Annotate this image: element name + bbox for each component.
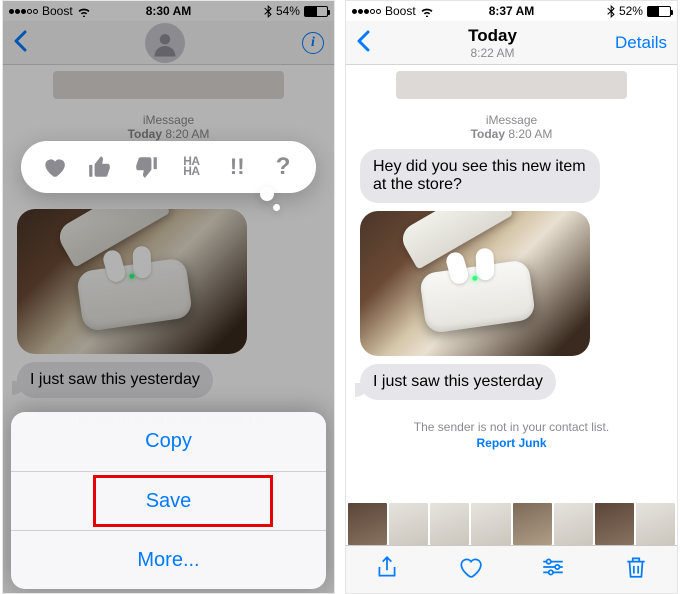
- status-time: 8:37 AM: [458, 4, 564, 18]
- message-received-1[interactable]: Hey did you see this new item at the sto…: [360, 149, 600, 203]
- battery-icon: [647, 6, 671, 17]
- message-received-2[interactable]: I just saw this yesterday: [360, 364, 556, 400]
- tapback-bar: HA HA !! ?: [21, 141, 316, 193]
- wifi-icon: [420, 6, 434, 17]
- thumbnail[interactable]: [430, 503, 469, 545]
- nav-bar: Today 8:22 AM Details: [346, 21, 677, 65]
- action-copy[interactable]: Copy: [11, 412, 326, 471]
- favorite-button[interactable]: [457, 554, 483, 585]
- screenshot-left: Boost 8:30 AM 54% i: [2, 0, 335, 594]
- report-junk-link[interactable]: Report Junk: [370, 436, 653, 450]
- action-more[interactable]: More...: [11, 530, 326, 589]
- thumbnail[interactable]: [471, 503, 510, 545]
- signal-icon: [352, 9, 381, 14]
- trash-button[interactable]: [623, 554, 649, 585]
- tapback-thumbs-down[interactable]: [131, 152, 161, 182]
- thumbnail[interactable]: [348, 503, 387, 545]
- thumbnail[interactable]: [513, 503, 552, 545]
- tapback-exclaim[interactable]: !!: [222, 152, 252, 182]
- thumbnail[interactable]: [595, 503, 634, 545]
- bluetooth-icon: [607, 5, 615, 18]
- tapback-thumbs-up[interactable]: [85, 152, 115, 182]
- carrier: Boost: [385, 4, 416, 18]
- details-button[interactable]: Details: [615, 33, 667, 53]
- thumbnail[interactable]: [636, 503, 675, 545]
- share-button[interactable]: [374, 554, 400, 585]
- highlight-box: [93, 475, 273, 527]
- conversation: iMessage Today 8:20 AM Hey did you see t…: [346, 99, 677, 414]
- tapback-question[interactable]: ?: [268, 152, 298, 182]
- toolbar: [346, 545, 677, 593]
- thumbnail[interactable]: [554, 503, 593, 545]
- thumbnail[interactable]: [389, 503, 428, 545]
- screenshot-right: Boost 8:37 AM 52% Today 8:22 AM D: [345, 0, 678, 594]
- redacted-bar: [396, 71, 627, 99]
- unknown-sender-notice: The sender is not in your contact list. …: [346, 414, 677, 456]
- adjust-button[interactable]: [540, 554, 566, 585]
- nav-title: Today 8:22 AM: [468, 26, 517, 60]
- back-button[interactable]: [356, 29, 370, 57]
- image-attachment-airpods[interactable]: [360, 211, 590, 356]
- tapback-haha[interactable]: HA HA: [176, 152, 206, 182]
- tapback-heart[interactable]: [39, 152, 69, 182]
- timestamp: iMessage Today 8:20 AM: [360, 113, 663, 141]
- battery-percent: 52%: [619, 4, 643, 18]
- status-bar: Boost 8:37 AM 52%: [346, 1, 677, 21]
- photo-thumbnail-strip[interactable]: [346, 503, 677, 545]
